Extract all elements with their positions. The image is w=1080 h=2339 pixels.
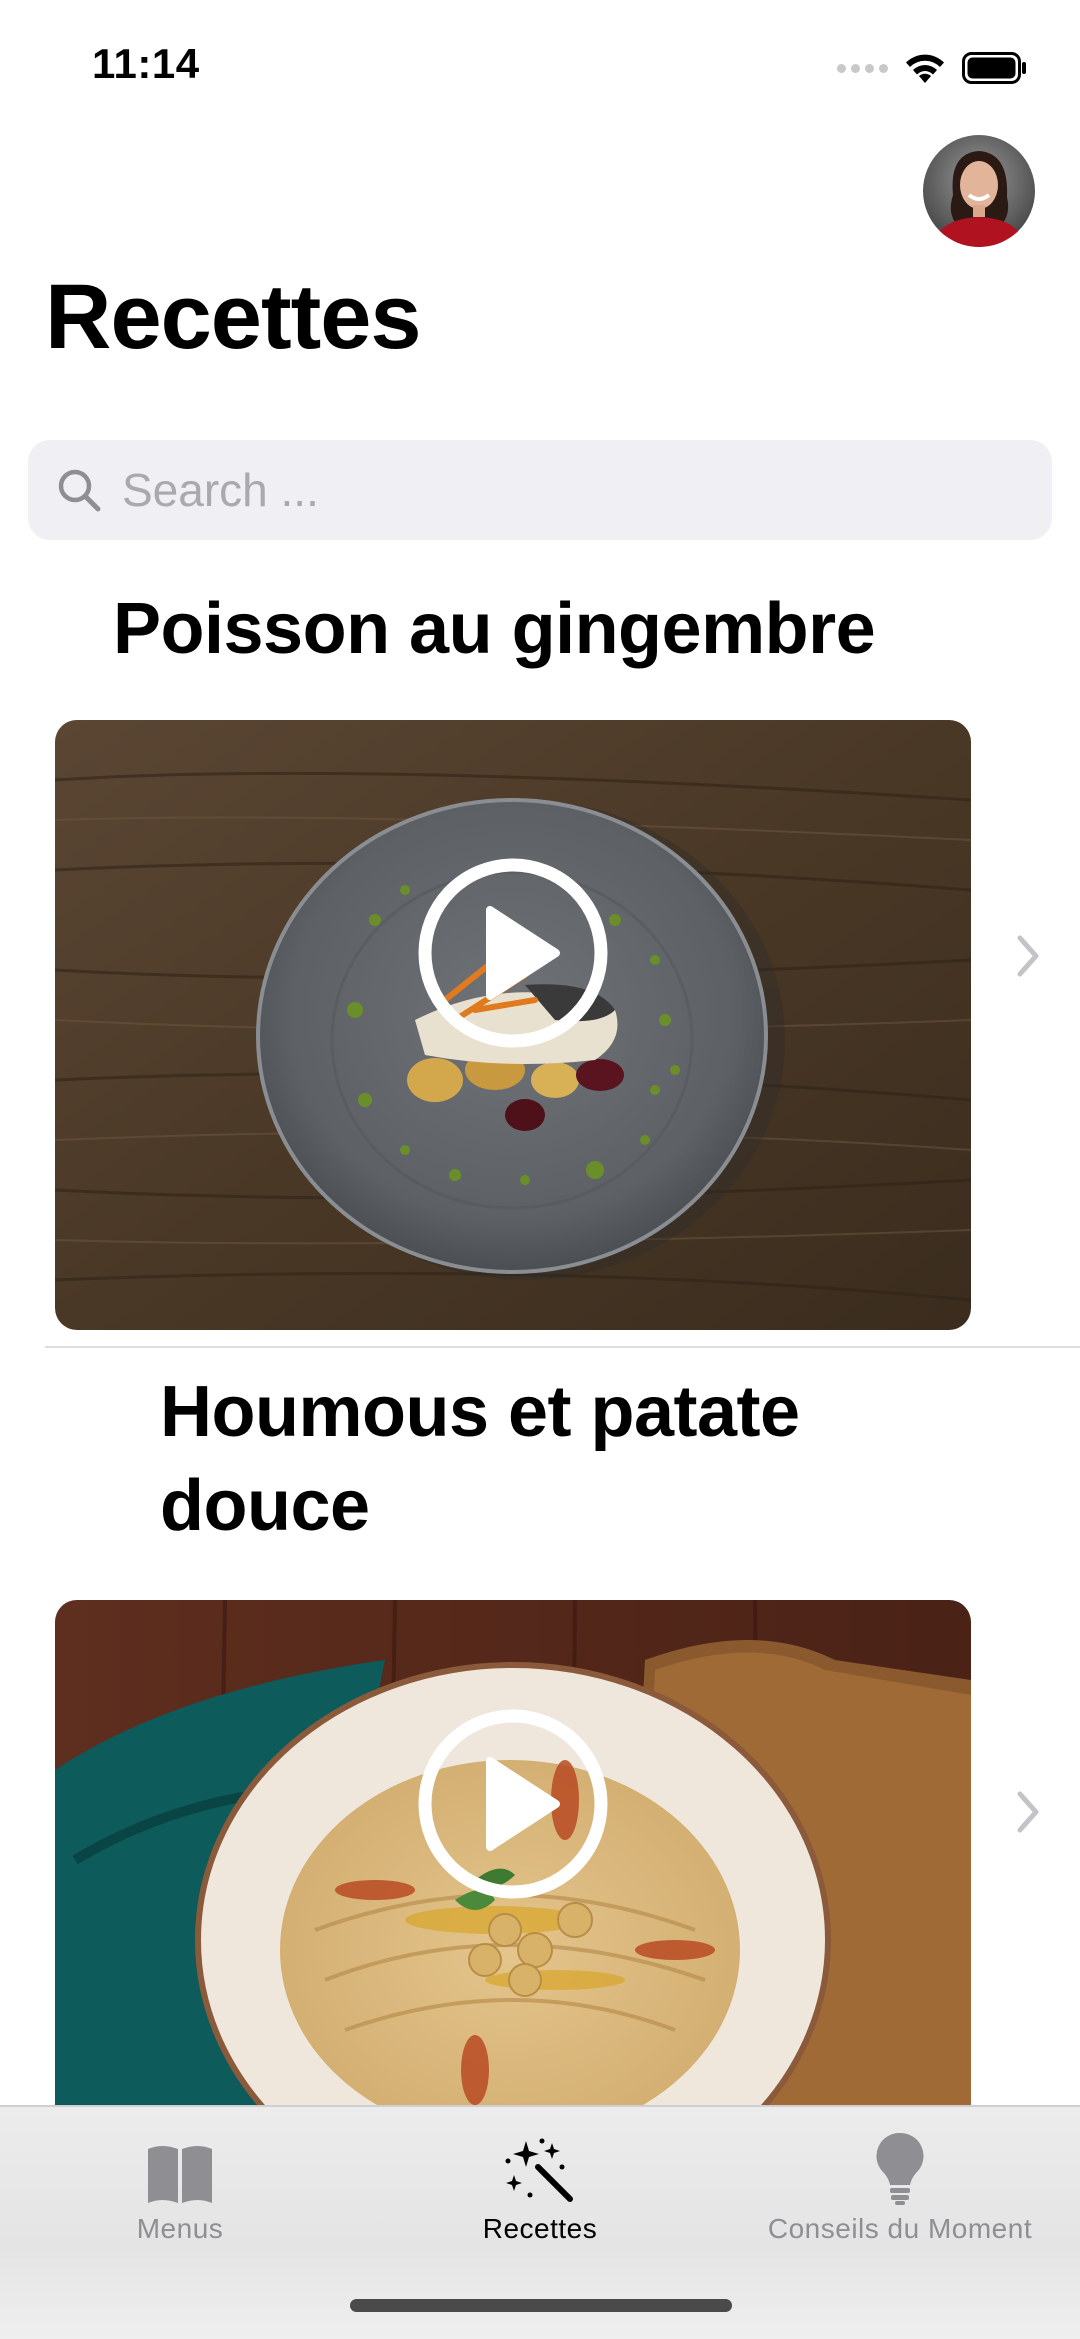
profile-avatar[interactable] — [923, 135, 1035, 247]
recipe-image[interactable] — [55, 1600, 971, 2105]
avatar-image — [923, 135, 1035, 247]
play-icon[interactable] — [416, 856, 610, 1050]
play-icon[interactable] — [416, 1707, 610, 1901]
page-title: Recettes — [45, 266, 422, 368]
tab-label: Conseils du Moment — [767, 2213, 1033, 2244]
search-input[interactable] — [120, 462, 1004, 518]
status-time: 11:14 — [92, 40, 200, 87]
status-bar: 11:14 — [0, 0, 1080, 130]
magic-wand-icon — [360, 2127, 720, 2205]
wifi-icon — [906, 54, 944, 83]
chevron-right-icon[interactable] — [1014, 934, 1042, 978]
lightbulb-icon — [720, 2127, 1080, 2205]
cellular-signal-icon — [837, 63, 888, 73]
status-icons — [837, 48, 1028, 88]
tab-recettes[interactable]: Recettes — [360, 2127, 720, 2245]
battery-icon — [962, 52, 1026, 84]
tab-label: Recettes — [482, 2213, 598, 2244]
chevron-right-icon[interactable] — [1014, 1790, 1042, 1834]
recipe-title[interactable]: Poisson au gingembre — [113, 582, 876, 676]
tab-menus[interactable]: Menus — [0, 2127, 360, 2245]
book-icon — [0, 2127, 360, 2205]
recipe-title[interactable]: Houmous et patate douce — [160, 1365, 920, 1553]
tab-label: Menus — [136, 2213, 224, 2244]
recipe-image[interactable] — [55, 720, 971, 1330]
search-bar[interactable] — [28, 440, 1052, 540]
home-indicator[interactable] — [350, 2299, 732, 2312]
tab-conseils-du-moment[interactable]: Conseils du Moment — [720, 2127, 1080, 2245]
search-icon — [56, 467, 102, 513]
row-divider — [45, 1346, 1080, 1348]
